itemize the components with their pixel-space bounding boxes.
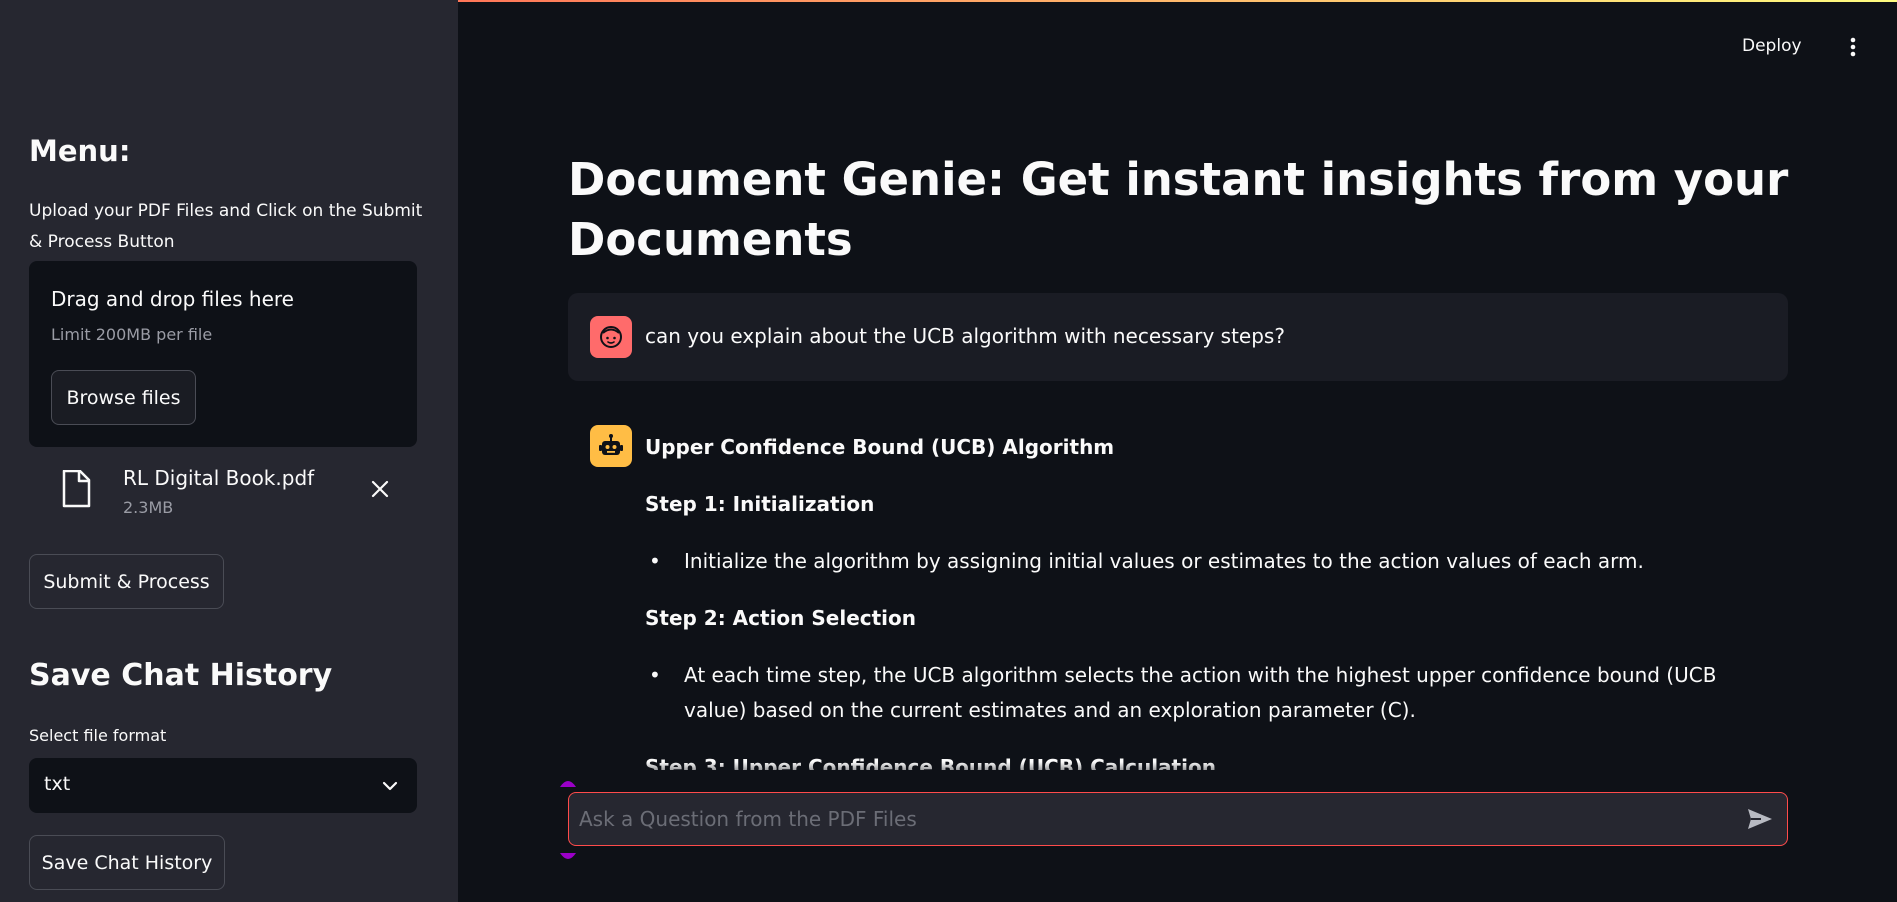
scroll-fade — [568, 762, 1788, 782]
file-format-selected-value: txt — [44, 773, 71, 795]
bot-step-1-bullet: Initialize the algorithm by assigning in… — [645, 544, 1765, 579]
close-icon[interactable] — [369, 478, 391, 504]
sidebar-menu-title: Menu: — [29, 134, 131, 168]
save-chat-history-button[interactable]: Save Chat History — [29, 835, 225, 890]
file-format-select[interactable]: txt — [29, 758, 417, 813]
user-chat-message: can you explain about the UCB algorithm … — [568, 293, 1788, 381]
chat-input[interactable] — [579, 793, 1719, 845]
bot-step-1-title: Step 1: Initialization — [645, 492, 875, 516]
user-message-text: can you explain about the UCB algorithm … — [645, 324, 1285, 348]
uploaded-file-size: 2.3MB — [123, 498, 174, 517]
bot-step-2-title: Step 2: Action Selection — [645, 606, 917, 630]
user-face-icon — [600, 326, 622, 348]
browse-files-button[interactable]: Browse files — [51, 370, 196, 425]
submit-process-button[interactable]: Submit & Process — [29, 554, 224, 609]
file-icon — [61, 469, 91, 512]
assistant-avatar — [590, 425, 632, 467]
uploaded-file-item: RL Digital Book.pdf 2.3MB — [29, 460, 417, 524]
user-avatar — [590, 316, 632, 358]
assistant-chat-message: Upper Confidence Bound (UCB) Algorithm S… — [568, 410, 1788, 770]
resize-handle-top[interactable] — [558, 774, 578, 787]
dropzone-text: Drag and drop files here — [51, 287, 294, 311]
sidebar: Menu: Upload your PDF Files and Click on… — [0, 0, 458, 902]
file-uploader-dropzone[interactable]: Drag and drop files here Limit 200MB per… — [29, 261, 417, 447]
resize-handle-bottom[interactable] — [558, 848, 578, 860]
send-icon[interactable] — [1747, 807, 1773, 835]
deploy-button[interactable]: Deploy — [1742, 36, 1802, 56]
dropzone-limit-text: Limit 200MB per file — [51, 325, 213, 344]
chevron-down-icon — [381, 777, 399, 799]
robot-icon — [599, 434, 623, 455]
page-title: Document Genie: Get instant insights fro… — [568, 153, 1789, 266]
more-options-icon[interactable] — [1845, 36, 1865, 64]
file-format-label: Select file format — [29, 726, 167, 745]
chat-input-box[interactable] — [568, 792, 1788, 846]
sidebar-description: Upload your PDF Files and Click on the S… — [29, 201, 423, 252]
bot-response-heading: Upper Confidence Bound (UCB) Algorithm — [645, 435, 1115, 459]
uploaded-file-name: RL Digital Book.pdf — [123, 466, 315, 490]
bot-step-2-bullet: At each time step, the UCB algorithm sel… — [645, 658, 1765, 728]
save-chat-history-title: Save Chat History — [29, 658, 333, 693]
